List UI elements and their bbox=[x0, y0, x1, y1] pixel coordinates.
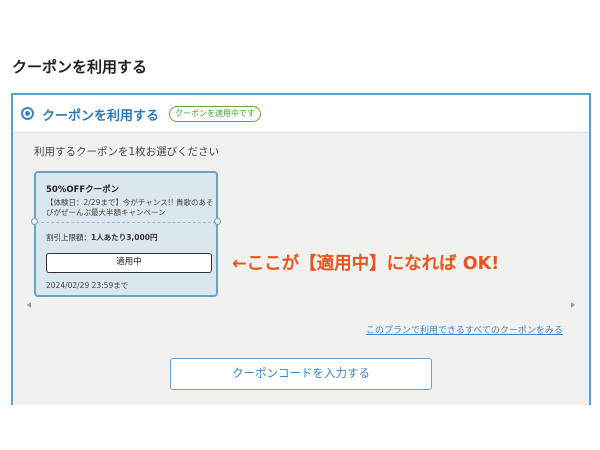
panel-header-label[interactable]: クーポンを利用する bbox=[42, 105, 159, 124]
coupon-panel: クーポンを利用する クーポンを適用中です 利用するクーポンを1枚お選びください … bbox=[11, 93, 591, 405]
all-coupons-link[interactable]: このプランで利用できるすべてのクーポンをみる bbox=[366, 323, 563, 336]
panel-header[interactable]: クーポンを利用する クーポンを適用中です bbox=[13, 95, 589, 133]
scroll-left-arrow-icon[interactable] bbox=[27, 302, 31, 308]
coupon-discount: 割引上限額：1人あたり3,000円 bbox=[46, 232, 157, 243]
enter-coupon-code-button[interactable]: クーポンコードを入力する bbox=[170, 358, 432, 390]
annotation-text: ←ここが【適用中】になれば OK! bbox=[232, 254, 500, 274]
card-divider bbox=[36, 222, 216, 223]
instruction-text: 利用するクーポンを1枚お選びください bbox=[34, 146, 220, 158]
applied-status-badge: クーポンを適用中です bbox=[169, 106, 261, 122]
coupon-expiry: 2024/02/29 23:59まで bbox=[46, 281, 129, 290]
coupon-applied-button[interactable]: 適用中 bbox=[46, 253, 212, 273]
page-title: クーポンを利用する bbox=[12, 58, 148, 76]
radio-selected-icon[interactable] bbox=[21, 107, 34, 120]
coupon-description: 【体験日：2/29まで】今がチャンス!! 貴歌のあそびがぜーんぶ最大半額キャンペ… bbox=[46, 198, 214, 217]
scroll-right-arrow-icon[interactable] bbox=[571, 302, 575, 308]
discount-label: 割引上限額： bbox=[46, 233, 91, 242]
discount-value: 1人あたり3,000円 bbox=[91, 233, 158, 242]
coupon-card[interactable]: 50%OFFクーポン 【体験日：2/29まで】今がチャンス!! 貴歌のあそびがぜ… bbox=[31, 171, 221, 297]
coupon-name: 50%OFFクーポン bbox=[46, 185, 120, 195]
